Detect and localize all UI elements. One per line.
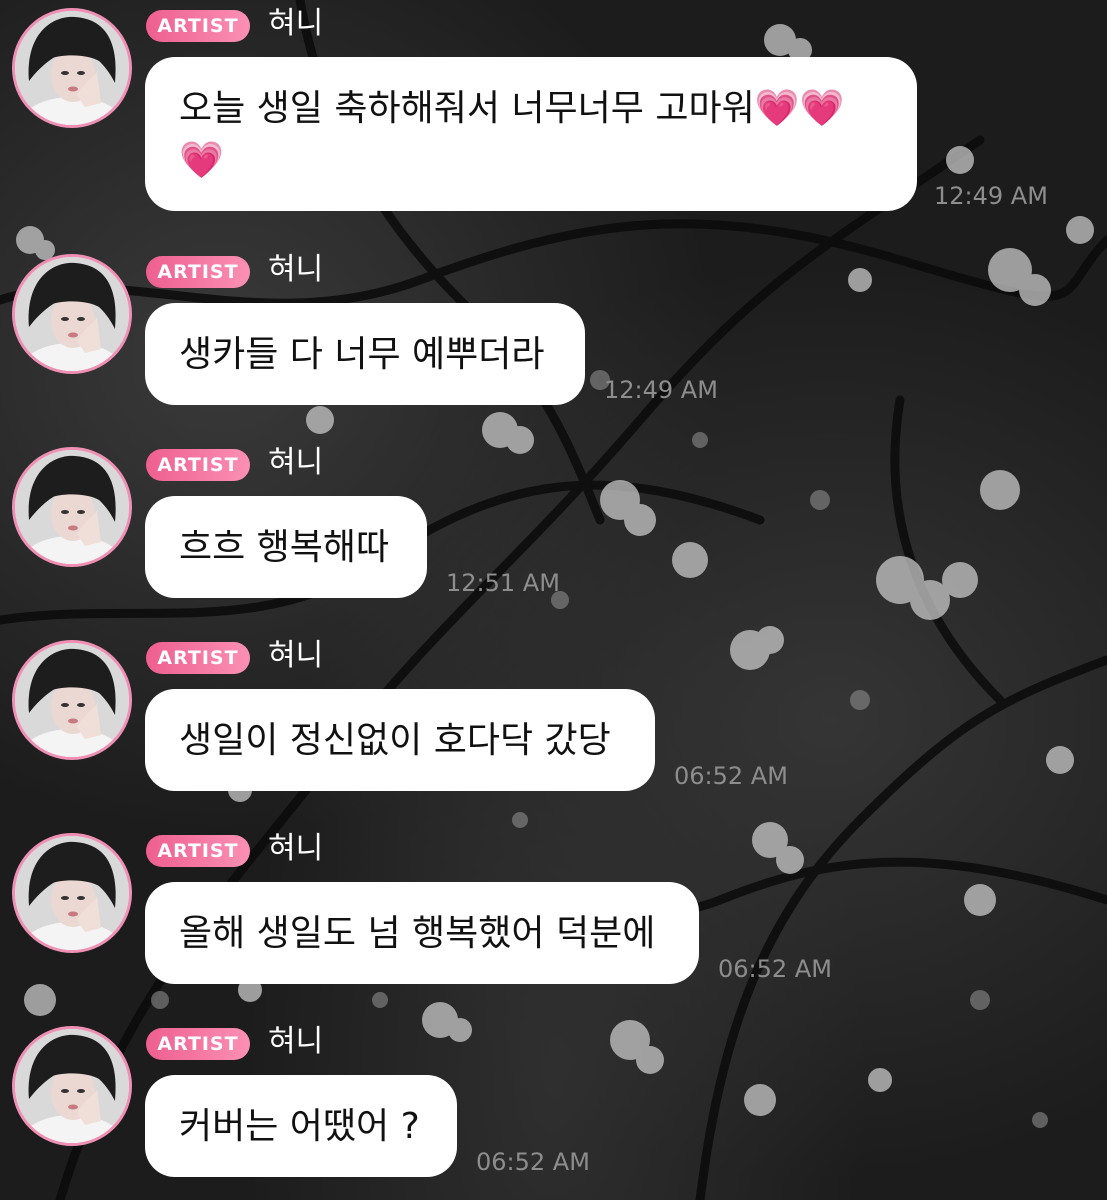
message-time: 06:52 AM (718, 955, 832, 983)
message-bubble[interactable]: 오늘 생일 축하해줘서 너무너무 고마워💗💗💗 (145, 57, 917, 211)
message-text: 커버는 어땠어 ? (179, 1106, 420, 1147)
message-text: 생일이 정신없이 호다닥 갔당 (179, 720, 611, 761)
artist-badge: ARTIST (146, 1028, 250, 1060)
profile-photo-icon (15, 257, 129, 371)
message-text: 올해 생일도 넘 행복했어 덕분에 (179, 913, 656, 954)
sender-name: 혀니 (268, 638, 324, 673)
profile-photo-icon (15, 643, 129, 757)
message-text: 생카들 다 너무 예뿌더라 (179, 334, 545, 375)
profile-photo-icon (15, 1029, 129, 1143)
sender-name: 혀니 (268, 445, 324, 480)
profile-photo-icon (15, 450, 129, 564)
message-time: 06:52 AM (674, 762, 788, 790)
avatar[interactable] (12, 640, 132, 760)
message-text: 흐흐 행복해따 (179, 527, 390, 568)
message-bubble[interactable]: 커버는 어땠어 ? (145, 1075, 457, 1177)
message-bubble[interactable]: 생카들 다 너무 예뿌더라 (145, 303, 585, 405)
avatar[interactable] (12, 254, 132, 374)
sender-name: 혀니 (268, 1024, 324, 1059)
artist-badge: ARTIST (146, 449, 250, 481)
artist-badge: ARTIST (146, 256, 250, 288)
message-bubble[interactable]: 생일이 정신없이 호다닥 갔당 (145, 689, 655, 791)
artist-badge: ARTIST (146, 835, 250, 867)
avatar[interactable] (12, 1026, 132, 1146)
message-bubble[interactable]: 올해 생일도 넘 행복했어 덕분에 (145, 882, 699, 984)
artist-badge: ARTIST (146, 10, 250, 42)
avatar[interactable] (12, 833, 132, 953)
profile-photo-icon (15, 11, 129, 125)
sender-name: 혀니 (268, 252, 324, 287)
avatar[interactable] (12, 8, 132, 128)
message-time: 06:52 AM (476, 1148, 590, 1176)
message-time: 12:49 AM (604, 376, 718, 404)
sender-name: 혀니 (268, 831, 324, 866)
message-bubble[interactable]: 흐흐 행복해따 (145, 496, 427, 598)
message-time: 12:49 AM (934, 182, 1048, 210)
message-time: 12:51 AM (446, 569, 560, 597)
sender-name: 혀니 (268, 6, 324, 41)
avatar[interactable] (12, 447, 132, 567)
profile-photo-icon (15, 836, 129, 950)
message-text: 오늘 생일 축하해줘서 너무너무 고마워💗💗💗 (179, 88, 845, 181)
artist-badge: ARTIST (146, 642, 250, 674)
